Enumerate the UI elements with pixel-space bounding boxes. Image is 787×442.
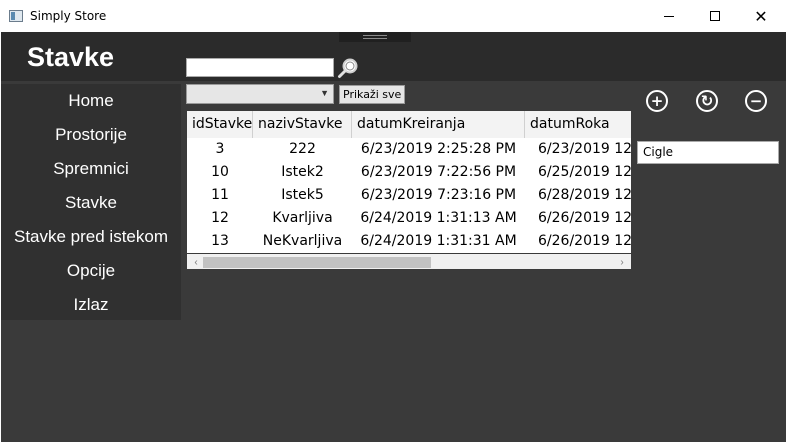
scroll-right-icon[interactable]: › bbox=[615, 254, 629, 269]
cell-datumroka: 6/26/2019 12:00:00 AM bbox=[538, 210, 631, 226]
sidebar-item-prostorije[interactable]: Prostorije bbox=[1, 118, 181, 152]
cell-datumroka: 6/28/2019 12:00:00 AM bbox=[538, 187, 631, 203]
scrollbar-thumb[interactable] bbox=[203, 257, 431, 268]
table-row[interactable]: 11 Istek5 6/23/2019 7:23:16 PM 6/28/2019… bbox=[187, 184, 631, 207]
refresh-button[interactable]: ↻ bbox=[696, 90, 718, 112]
column-header-nazivstavke[interactable]: nazivStavke bbox=[253, 111, 352, 138]
page-header: Stavke bbox=[1, 32, 786, 81]
cell-idstavke: 10 bbox=[211, 164, 229, 180]
sidebar-item-stavke[interactable]: Stavke bbox=[1, 186, 181, 220]
sidebar-item-izlaz[interactable]: Izlaz bbox=[1, 288, 181, 322]
cell-datumkreiranja: 6/23/2019 2:25:28 PM bbox=[360, 141, 517, 157]
column-header-datumroka[interactable]: datumRoka bbox=[525, 111, 631, 138]
drag-grip[interactable] bbox=[339, 32, 411, 42]
filter-dropdown[interactable]: ▼ bbox=[186, 84, 334, 104]
remove-button[interactable]: − bbox=[745, 90, 767, 112]
table-row[interactable]: 10 Istek2 6/23/2019 7:22:56 PM 6/25/2019… bbox=[187, 161, 631, 184]
plus-icon: + bbox=[650, 91, 664, 110]
maximize-icon bbox=[710, 11, 720, 21]
cell-datumkreiranja: 6/23/2019 7:22:56 PM bbox=[360, 164, 517, 180]
window-title: Simply Store bbox=[30, 9, 107, 23]
sidebar-item-spremnici[interactable]: Spremnici bbox=[1, 152, 181, 186]
add-button[interactable]: + bbox=[646, 90, 668, 112]
scroll-left-icon[interactable]: ‹ bbox=[189, 254, 203, 269]
cell-datumroka: 6/23/2019 12:00:00 AM bbox=[538, 141, 631, 157]
search-icon bbox=[338, 58, 358, 78]
cell-idstavke: 13 bbox=[211, 233, 229, 249]
cell-datumkreiranja: 6/24/2019 1:31:13 AM bbox=[360, 210, 517, 226]
cell-datumkreiranja: 6/23/2019 7:23:16 PM bbox=[360, 187, 517, 203]
sidebar-item-opcije[interactable]: Opcije bbox=[1, 254, 181, 288]
minimize-icon bbox=[664, 15, 674, 17]
cell-nazivstavke: Istek2 bbox=[281, 164, 324, 180]
maximize-button[interactable] bbox=[692, 0, 738, 32]
cell-datumkreiranja: 6/24/2019 1:31:31 AM bbox=[360, 233, 517, 249]
sidebar-item-home[interactable]: Home bbox=[1, 84, 181, 118]
items-table: idStavke nazivStavke datumKreiranja datu… bbox=[187, 111, 631, 269]
sidebar-item-stavke-pred-istekom[interactable]: Stavke pred istekom bbox=[1, 220, 181, 254]
column-header-idstavke[interactable]: idStavke bbox=[187, 111, 253, 138]
close-button[interactable]: ✕ bbox=[738, 0, 784, 32]
horizontal-scrollbar[interactable]: ‹ › bbox=[187, 254, 631, 269]
cell-idstavke: 11 bbox=[211, 187, 229, 203]
close-icon: ✕ bbox=[754, 6, 768, 26]
window-titlebar: Simply Store ✕ bbox=[0, 0, 787, 32]
refresh-icon: ↻ bbox=[700, 91, 714, 110]
app-icon bbox=[9, 10, 23, 22]
cell-nazivstavke: 222 bbox=[289, 141, 316, 157]
table-row[interactable]: 3 222 6/23/2019 2:25:28 PM 6/23/2019 12:… bbox=[187, 138, 631, 161]
table-header: idStavke nazivStavke datumKreiranja datu… bbox=[187, 111, 631, 138]
table-row[interactable]: 13 NeKvarljiva 6/24/2019 1:31:31 AM 6/26… bbox=[187, 230, 631, 253]
minimize-button[interactable] bbox=[646, 0, 692, 32]
search-input[interactable] bbox=[186, 58, 334, 77]
item-name-field[interactable]: Cigle bbox=[637, 141, 779, 164]
column-header-datumkreiranja[interactable]: datumKreiranja bbox=[352, 111, 525, 138]
chevron-down-icon: ▼ bbox=[320, 88, 329, 98]
cell-datumroka: 6/26/2019 12:00:00 AM bbox=[538, 233, 631, 249]
cell-nazivstavke: NeKvarljiva bbox=[262, 233, 343, 249]
sidebar: Home Prostorije Spremnici Stavke Stavke … bbox=[1, 84, 181, 320]
cell-nazivstavke: Kvarljiva bbox=[272, 210, 333, 226]
cell-datumroka: 6/25/2019 12:00:00 AM bbox=[538, 164, 631, 180]
cell-idstavke: 3 bbox=[215, 141, 225, 157]
show-all-button[interactable]: Prikaži sve bbox=[339, 85, 406, 104]
cell-nazivstavke: Istek5 bbox=[281, 187, 324, 203]
table-row[interactable]: 12 Kvarljiva 6/24/2019 1:31:13 AM 6/26/2… bbox=[187, 207, 631, 230]
minus-icon: − bbox=[749, 91, 763, 110]
cell-idstavke: 12 bbox=[211, 210, 229, 226]
search-button[interactable] bbox=[337, 57, 359, 79]
page-title: Stavke bbox=[27, 42, 115, 72]
